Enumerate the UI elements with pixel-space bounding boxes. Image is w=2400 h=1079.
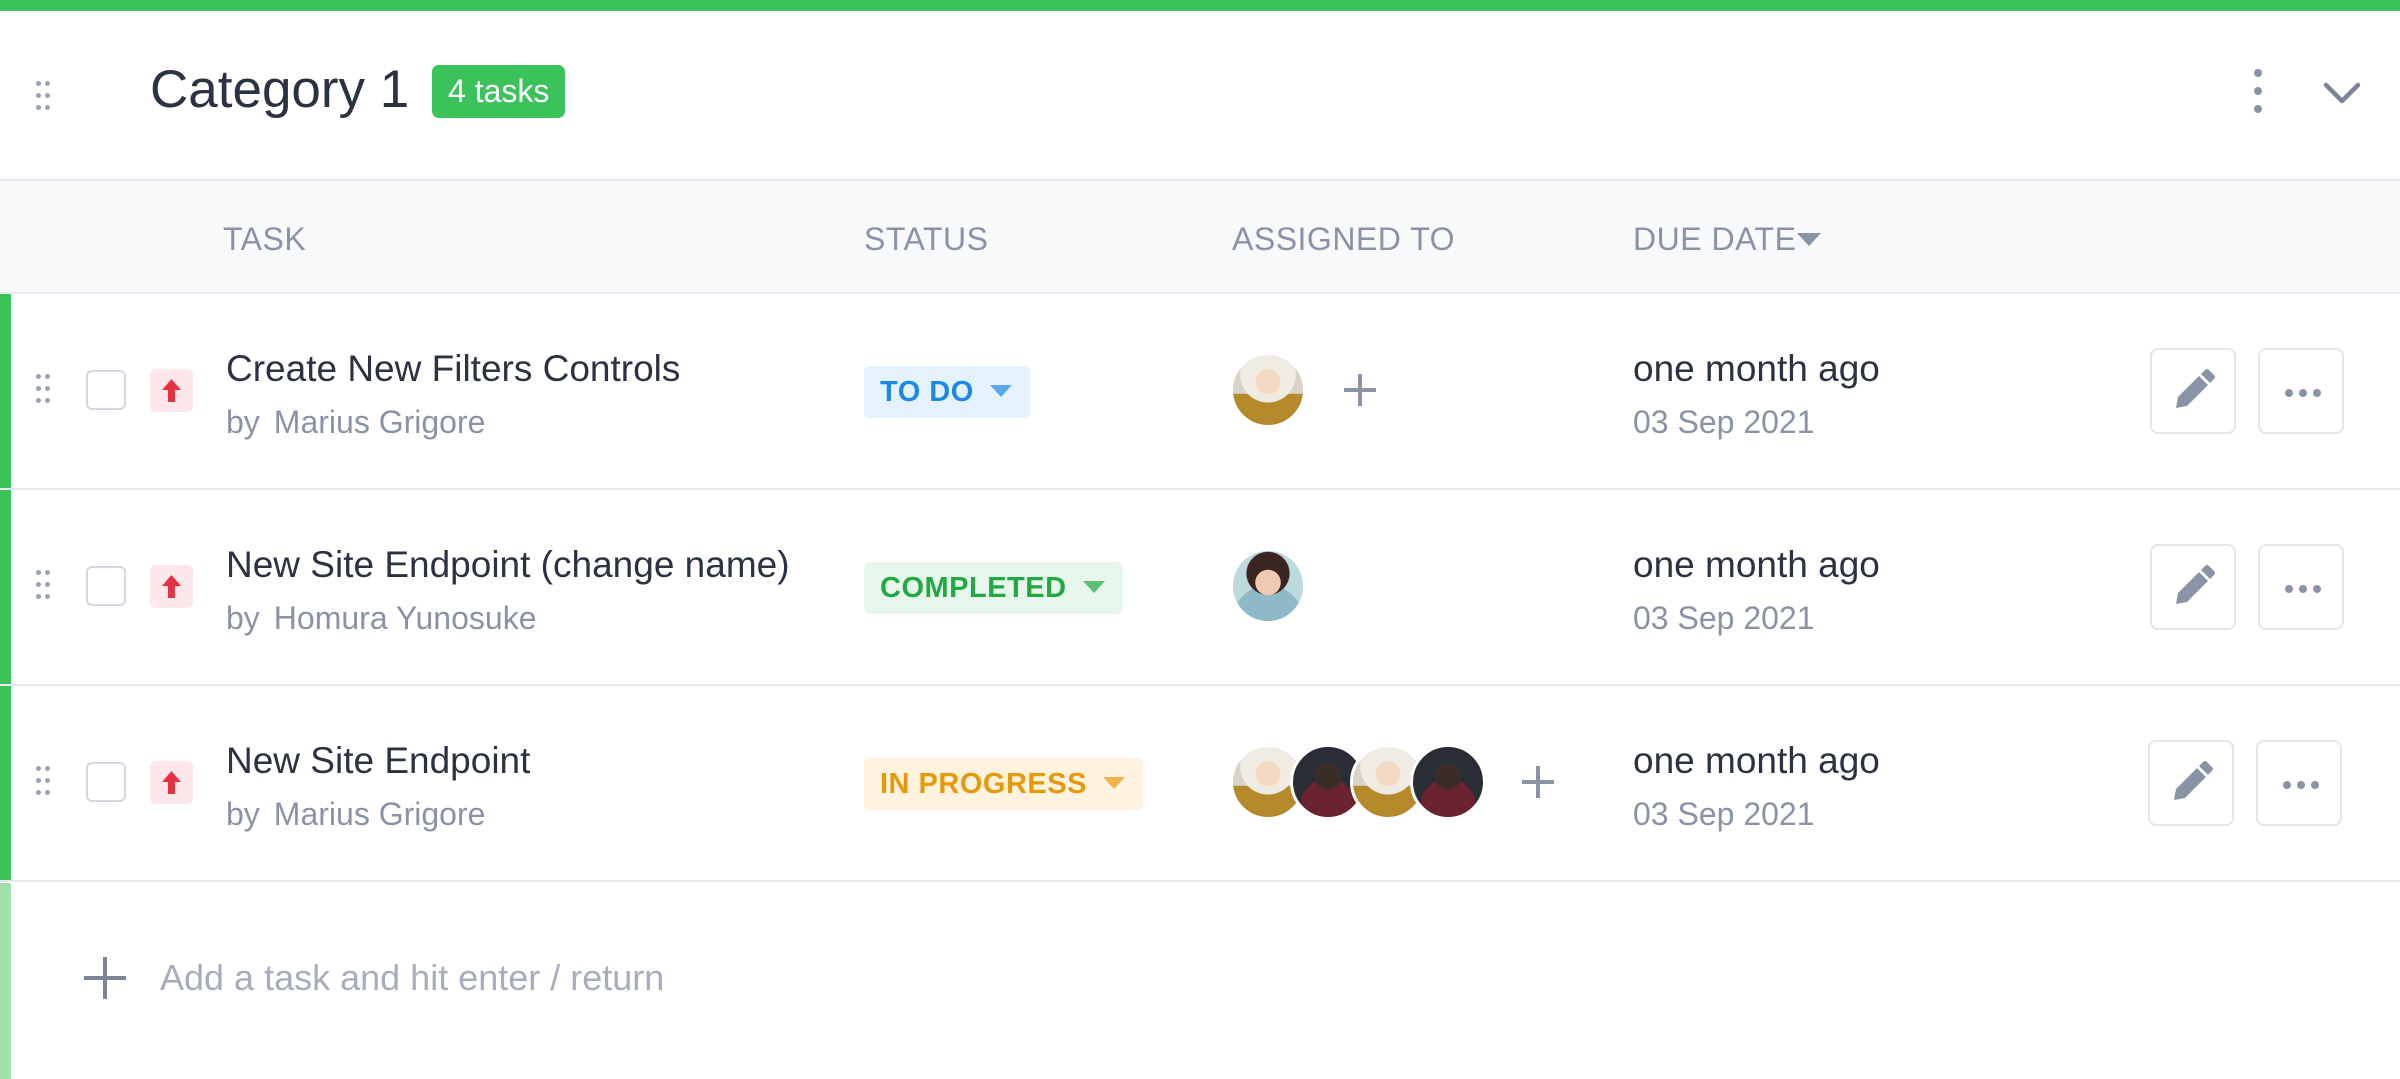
priority-arrow-up-icon xyxy=(150,761,193,804)
status-dropdown[interactable]: TO DO xyxy=(864,366,1030,418)
assignee-avatar[interactable] xyxy=(1410,744,1486,820)
due-relative: one month ago xyxy=(1633,544,1880,585)
row-accent-bar xyxy=(0,294,11,488)
row-drag-handle-icon[interactable] xyxy=(36,374,50,408)
add-assignee-plus-icon[interactable] xyxy=(1340,370,1380,410)
add-row-accent-bar xyxy=(0,883,11,1079)
status-label: COMPLETED xyxy=(880,572,1067,604)
status-label: IN PROGRESS xyxy=(880,768,1087,800)
column-header-due-date[interactable]: DUE DATE xyxy=(1633,221,1796,258)
due-date: 03 Sep 2021 xyxy=(1633,600,1815,636)
category-more-icon[interactable] xyxy=(2248,69,2268,113)
pencil-icon xyxy=(2174,761,2213,800)
table-row: Create New Filters Controls by Marius Gri… xyxy=(0,294,2400,490)
status-dropdown[interactable]: IN PROGRESS xyxy=(864,758,1143,810)
caret-down-icon xyxy=(1082,581,1105,594)
task-more-button[interactable] xyxy=(2258,544,2344,630)
task-name[interactable]: New Site Endpoint xyxy=(226,740,530,782)
due-date: 03 Sep 2021 xyxy=(1633,796,1815,832)
caret-down-icon xyxy=(989,385,1012,398)
assignee-avatar[interactable] xyxy=(1230,352,1306,428)
column-header-status[interactable]: STATUS xyxy=(864,221,988,258)
row-drag-handle-icon[interactable] xyxy=(36,766,50,800)
status-dropdown[interactable]: COMPLETED xyxy=(864,562,1123,614)
table-row: New Site Endpoint (change name) by Homura… xyxy=(0,490,2400,686)
author-name[interactable]: Homura Yunosuke xyxy=(274,600,537,636)
category-drag-handle-icon[interactable] xyxy=(36,81,50,115)
task-author: by Marius Grigore xyxy=(226,796,485,833)
author-name[interactable]: Marius Grigore xyxy=(274,404,486,440)
author-by-label: by xyxy=(226,600,260,636)
add-assignee-plus-icon[interactable] xyxy=(1518,762,1558,802)
edit-task-button[interactable] xyxy=(2148,740,2234,826)
edit-task-button[interactable] xyxy=(2150,544,2236,630)
sort-caret-down-icon[interactable] xyxy=(1797,233,1821,246)
pencil-icon xyxy=(2176,369,2215,408)
task-more-button[interactable] xyxy=(2256,740,2342,826)
task-checkbox[interactable] xyxy=(86,370,126,410)
add-task-plus-icon[interactable] xyxy=(84,957,126,999)
caret-down-icon xyxy=(1102,777,1125,790)
task-checkbox[interactable] xyxy=(86,566,126,606)
row-accent-bar xyxy=(0,686,11,880)
due-date: 03 Sep 2021 xyxy=(1633,404,1815,440)
category-color-bar xyxy=(0,0,2400,11)
status-label: TO DO xyxy=(880,376,974,408)
column-header-assigned[interactable]: ASSIGNED TO xyxy=(1232,221,1455,258)
edit-task-button[interactable] xyxy=(2150,348,2236,434)
task-category-card: Category 1 4 tasks TASK STATUS ASSIGNED … xyxy=(0,0,2400,1079)
category-title: Category 1 xyxy=(150,60,410,119)
author-by-label: by xyxy=(226,404,260,440)
due-relative: one month ago xyxy=(1633,348,1880,389)
due-relative: one month ago xyxy=(1633,740,1880,781)
task-checkbox[interactable] xyxy=(86,762,126,802)
table-header: TASK STATUS ASSIGNED TO DUE DATE xyxy=(0,179,2400,294)
task-author: by Homura Yunosuke xyxy=(226,600,536,637)
author-by-label: by xyxy=(226,796,260,832)
column-header-task[interactable]: TASK xyxy=(223,221,306,258)
task-count-badge: 4 tasks xyxy=(432,65,566,118)
task-author: by Marius Grigore xyxy=(226,404,485,441)
row-drag-handle-icon[interactable] xyxy=(36,570,50,604)
add-task-input[interactable] xyxy=(158,949,1162,1007)
assignee-avatar[interactable] xyxy=(1230,548,1306,624)
task-name[interactable]: Create New Filters Controls xyxy=(226,348,680,390)
task-name[interactable]: New Site Endpoint (change name) xyxy=(226,544,790,586)
row-accent-bar xyxy=(0,490,11,684)
task-more-button[interactable] xyxy=(2258,348,2344,434)
author-name[interactable]: Marius Grigore xyxy=(274,796,486,832)
add-task-row xyxy=(0,883,2400,1079)
table-row: New Site Endpoint by Marius Grigore IN PR… xyxy=(0,686,2400,882)
priority-arrow-up-icon xyxy=(150,369,193,412)
pencil-icon xyxy=(2176,565,2215,604)
category-header: Category 1 4 tasks xyxy=(0,11,2400,179)
priority-arrow-up-icon xyxy=(150,565,193,608)
collapse-chevron-down-icon[interactable] xyxy=(2322,77,2362,107)
